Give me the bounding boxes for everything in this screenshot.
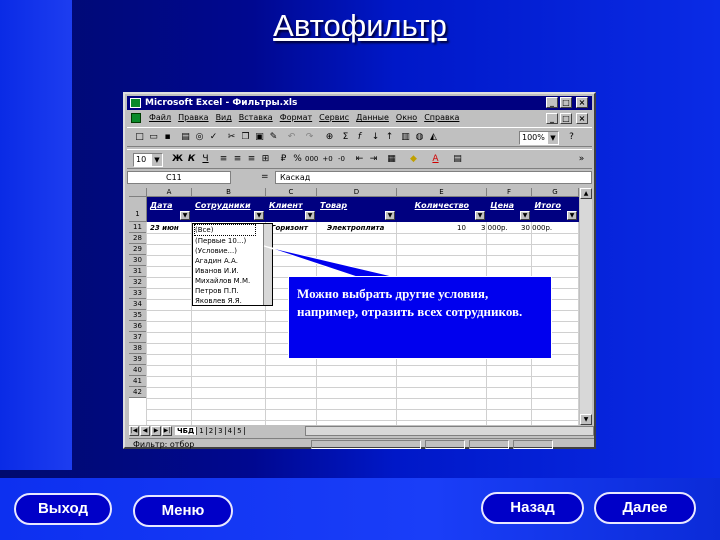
callout-arrow xyxy=(263,245,401,279)
menu-button[interactable]: Меню xyxy=(133,495,233,527)
exit-button[interactable]: Выход xyxy=(14,493,112,525)
callout-box: Можно выбрать другие условия, например, … xyxy=(288,276,552,359)
next-button[interactable]: Далее xyxy=(594,492,696,524)
callout-pointer xyxy=(263,245,401,279)
callout-text: Можно выбрать другие условия, например, … xyxy=(297,286,523,319)
back-button[interactable]: Назад xyxy=(481,492,584,524)
